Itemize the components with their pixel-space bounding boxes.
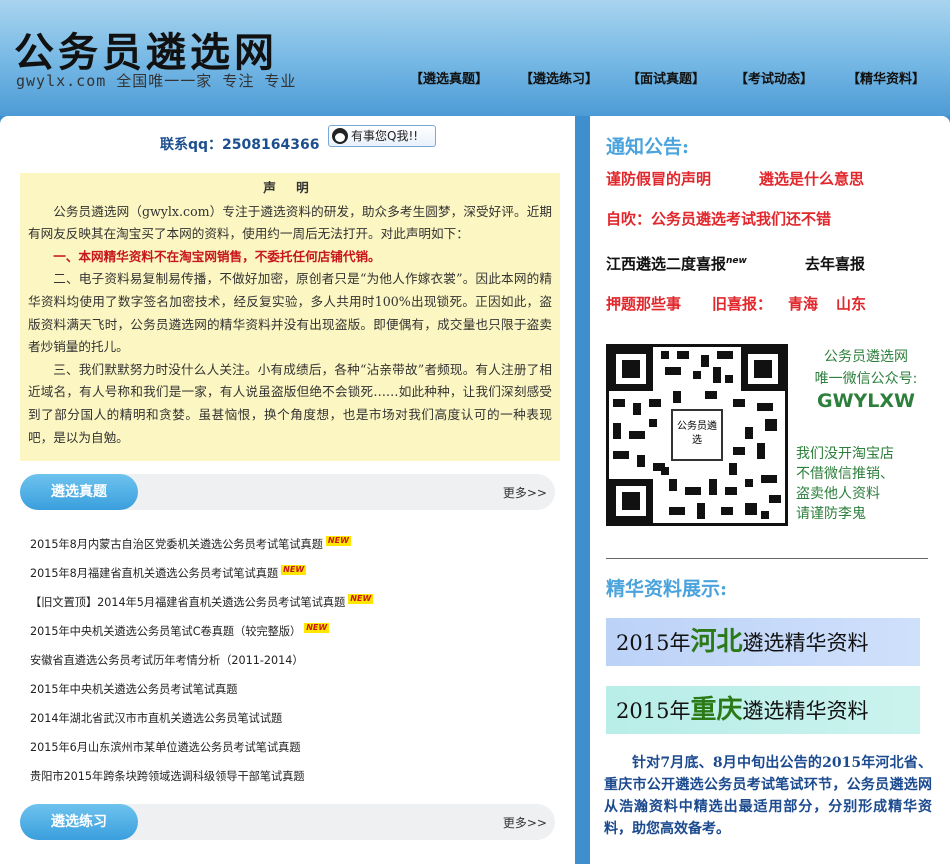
section-header-zhenti: 遴选真题 更多>> — [20, 474, 555, 510]
declaration-paragraph: 三、我们默默努力时没什么人关注。小有成绩后，各种“沾亲带故”者频现。有人注册了相… — [28, 361, 552, 445]
warning-line: 请谨防李鬼 — [796, 506, 866, 522]
new-badge: NEW — [348, 594, 374, 604]
wechat-info-line: 公务员遴选网 — [824, 349, 908, 365]
link-jiangxi-report[interactable]: 江西遴选二度喜报new — [606, 253, 747, 274]
list-item[interactable]: 【旧文置顶】2014年5月福建省直机关遴选公务员考试笔试真题 NEW — [30, 594, 560, 623]
more-link-lianxi[interactable]: 更多>> — [503, 814, 547, 831]
list-item[interactable]: 2014年湖北省武汉市市直机关遴选公务员笔试试题 — [30, 710, 560, 739]
site-logo-subtitle: gwylx.com 全国唯一一家 专注 专业 — [16, 72, 297, 90]
contact-qq: 联系qq：2508164366 — [160, 137, 320, 153]
declaration-notice: 声 明 公务员遴选网（gwylx.com）专注于遴选资料的研发，助众多考生圆梦，… — [20, 173, 560, 461]
new-badge: new — [726, 256, 747, 266]
qq-chat-button[interactable]: 有事您Q我!! — [328, 125, 436, 147]
declaration-paragraph: 二、电子资料易复制易传播，不做好加密，原创者只是“为他人作嫁衣裳”。因此本网的精… — [28, 271, 552, 355]
more-link-zhenti[interactable]: 更多>> — [503, 484, 547, 501]
section-header-lianxi: 遴选练习 更多>> — [20, 804, 555, 840]
list-item[interactable]: 2015年中央机关遴选公务员笔试C卷真题（较完整版） NEW — [30, 623, 560, 652]
new-badge: NEW — [304, 623, 330, 633]
link-fake-declaration[interactable]: 谨防假冒的声明 — [606, 168, 711, 189]
chongqing-material-banner[interactable]: 2015年重庆遴选精华资料 — [606, 686, 920, 734]
nav-item-lianxi[interactable]: 【遴选练习】 — [520, 68, 598, 87]
link-what-is-linxuan[interactable]: 遴选是什么意思 — [759, 168, 864, 189]
list-item[interactable]: 2015年8月内蒙古自治区党委机关遴选公务员考试笔试真题 NEW — [30, 536, 560, 565]
material-summary: 针对7月底、8月中旬出公告的2015年河北省、重庆市公开遴选公务员考试笔试环节，… — [604, 755, 932, 837]
link-last-year-report[interactable]: 去年喜报 — [805, 253, 865, 274]
section-divider — [606, 558, 928, 559]
zhenti-list: 2015年8月内蒙古自治区党委机关遴选公务员考试笔试真题 NEW 2015年8月福… — [30, 536, 560, 797]
site-header: 公务员遴选网 gwylx.com 全国唯一一家 专注 专业 【遴选真题】 【遴选… — [0, 0, 950, 116]
list-item[interactable]: 安徽省直遴选公务员考试历年考情分析（2011-2014） — [30, 652, 560, 681]
nav-item-mianshi[interactable]: 【面试真题】 — [627, 68, 705, 87]
anti-fraud-warning: 我们没开淘宝店 不借微信推销、 盗卖他人资料 请谨防李鬼 — [796, 444, 946, 524]
link-shandong[interactable]: 山东 — [836, 293, 866, 314]
new-badge: NEW — [325, 536, 351, 546]
new-badge: NEW — [281, 565, 307, 575]
warning-line: 不借微信推销、 — [796, 466, 894, 482]
nav-item-dongtai[interactable]: 【考试动态】 — [735, 68, 813, 87]
wechat-info-line: 唯一微信公众号: — [814, 371, 918, 387]
list-item[interactable]: 贵阳市2015年跨条块跨领域选调科级领导干部笔试真题 — [30, 768, 560, 797]
list-item[interactable]: 2015年8月福建省直机关遴选公务员考试笔试真题 NEW — [30, 565, 560, 594]
wechat-qr-code: 公务员遴选 — [606, 344, 788, 526]
wechat-info: 公务员遴选网 唯一微信公众号: GWYLXW — [796, 346, 936, 412]
notice-heading: 通知公告: — [606, 136, 690, 158]
list-item[interactable]: 2015年6月山东滨州市某单位遴选公务员考试笔试真题 — [30, 739, 560, 768]
section-tab-zhenti[interactable]: 遴选真题 — [20, 474, 138, 510]
main-nav: 【遴选真题】 【遴选练习】 【面试真题】 【考试动态】 【精华资料】 — [400, 68, 950, 88]
hebei-material-banner[interactable]: 2015年河北遴选精华资料 — [606, 618, 920, 666]
wechat-id: GWYLXW — [816, 390, 916, 412]
qr-center-logo: 公务员遴选 — [671, 409, 723, 461]
link-prediction[interactable]: 押题那些事 — [606, 293, 681, 314]
declaration-paragraph-highlight: 一、本网精华资料不在淘宝网销售，不委托任何店铺代销。 — [53, 248, 381, 264]
qq-chat-label: 有事您Q我!! — [351, 129, 419, 143]
old-reports-label: 旧喜报： — [712, 295, 773, 313]
section-tab-lianxi[interactable]: 遴选练习 — [20, 804, 138, 840]
link-qinghai[interactable]: 青海 — [788, 293, 818, 314]
nav-item-jinghua[interactable]: 【精华资料】 — [847, 68, 925, 87]
list-item[interactable]: 2015年中央机关遴选公务员考试笔试真题 — [30, 681, 560, 710]
declaration-title: 声 明 — [263, 180, 317, 195]
declaration-paragraph: 公务员遴选网（gwylx.com）专注于遴选资料的研发，助众多考生圆梦，深受好评… — [28, 203, 552, 242]
link-self-praise[interactable]: 自吹：公务员遴选考试我们还不错 — [606, 208, 831, 229]
qq-penguin-icon — [332, 128, 348, 144]
showcase-heading: 精华资料展示: — [606, 578, 728, 600]
nav-item-zhenti[interactable]: 【遴选真题】 — [410, 68, 488, 87]
warning-line: 盗卖他人资料 — [796, 486, 880, 502]
warning-line: 我们没开淘宝店 — [796, 446, 894, 462]
